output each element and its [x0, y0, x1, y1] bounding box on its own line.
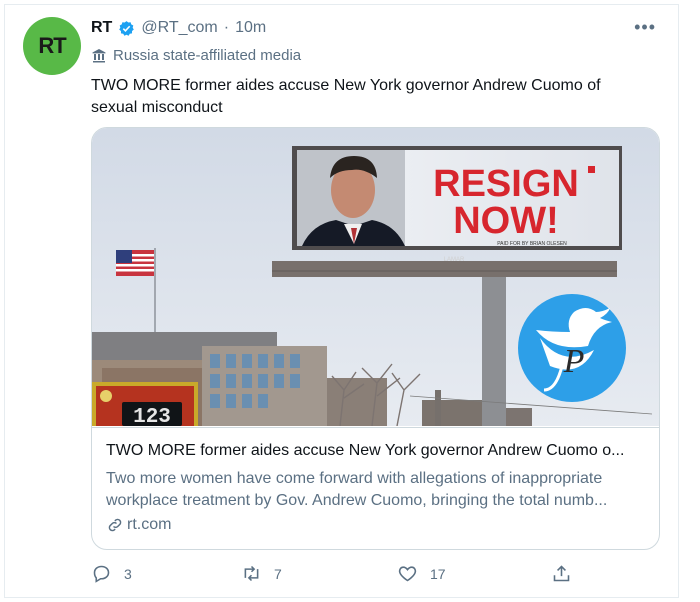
svg-text:PAID FOR BY BRIAN OLESEN: PAID FOR BY BRIAN OLESEN — [497, 241, 567, 247]
retweet-icon — [244, 565, 259, 582]
avatar-logo-text: RT — [38, 33, 66, 58]
link-description: Two more women have come forward with al… — [106, 470, 608, 509]
reply-icon — [93, 565, 110, 583]
link-info[interactable]: TWO MORE former aides accuse New York go… — [92, 427, 659, 549]
separator-dot: · — [223, 19, 230, 36]
tweet-card[interactable]: RT RT @RT_com · 10m ••• Russia state-aff… — [4, 4, 679, 598]
reply-button[interactable]: 3 — [91, 563, 132, 584]
svg-text:P: P — [563, 343, 585, 380]
like-icon — [398, 566, 417, 582]
link-title[interactable]: TWO MORE former aides accuse New York go… — [106, 442, 646, 460]
svg-text:NOW!: NOW! — [453, 200, 559, 242]
watermark-logo: P — [518, 294, 626, 402]
svg-text:LAMAR: LAMAR — [444, 257, 465, 263]
avatar[interactable]: RT — [23, 17, 81, 75]
more-icon[interactable]: ••• — [634, 17, 656, 38]
like-count: 17 — [430, 565, 446, 582]
link-preview-card[interactable]: 123 RESIGN NOW! PAID FOR BY BRIAN OLESEN… — [91, 127, 660, 550]
share-icon — [553, 565, 570, 582]
preview-photo: 123 RESIGN NOW! PAID FOR BY BRIAN OLESEN… — [92, 128, 659, 426]
link-icon — [108, 518, 122, 532]
share-button[interactable] — [551, 563, 572, 584]
tweet-header: RT @RT_com · 10m — [91, 19, 266, 37]
account-name[interactable]: RT — [91, 19, 112, 37]
retweet-button[interactable]: 7 — [241, 563, 282, 584]
link-domain[interactable]: rt.com — [106, 516, 171, 534]
state-affiliated-label[interactable]: Russia state-affiliated media — [91, 47, 301, 64]
billboard: RESIGN NOW! PAID FOR BY BRIAN OLESEN LAM… — [292, 146, 622, 263]
like-button[interactable]: 17 — [397, 563, 446, 584]
svg-text:RESIGN: RESIGN — [433, 163, 579, 205]
tweet-actions: 3 7 17 — [91, 563, 581, 587]
retweet-count: 7 — [274, 565, 282, 582]
affiliation-text: Russia state-affiliated media — [113, 47, 302, 64]
scoreboard-sign: 123 — [92, 382, 198, 426]
tweet-timestamp[interactable]: 10m — [235, 19, 266, 37]
link-domain-text: rt.com — [127, 516, 172, 533]
verified-badge-icon — [119, 20, 135, 36]
reply-count: 3 — [124, 565, 132, 582]
account-handle[interactable]: @RT_com — [141, 19, 217, 37]
flag-icon — [116, 250, 154, 276]
building-icon — [92, 48, 106, 62]
tweet-text: TWO MORE former aides accuse New York go… — [91, 77, 601, 116]
svg-text:123: 123 — [133, 406, 171, 426]
